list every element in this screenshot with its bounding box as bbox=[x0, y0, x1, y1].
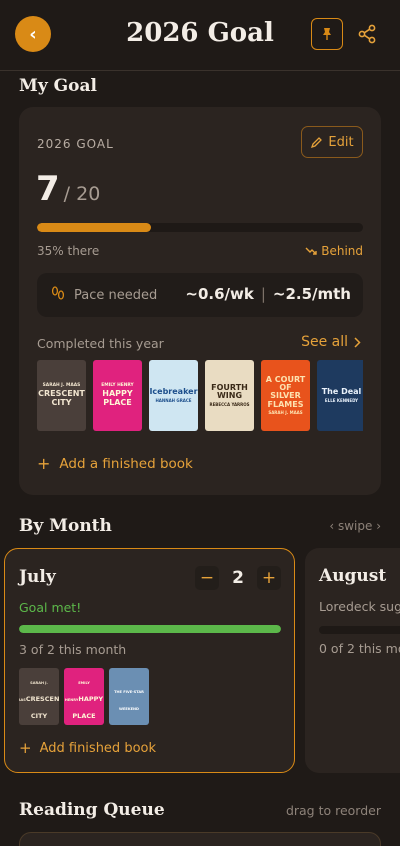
pace-values: ~0.6/wk | ~2.5/mth bbox=[185, 285, 351, 303]
completed-books-row: SARAH J. MAAS CRESCENT CITY EMILY HENRY HAP… bbox=[37, 360, 363, 432]
drag-hint: drag to reorder bbox=[285, 803, 381, 818]
edit-label: Edit bbox=[328, 134, 354, 150]
book-cover-title: CRESCENT CITY bbox=[38, 389, 85, 407]
month-name: July bbox=[19, 567, 56, 587]
pace-divider: | bbox=[260, 285, 266, 303]
completed-label: Completed this year bbox=[37, 336, 164, 351]
increment-button[interactable]: + bbox=[257, 566, 281, 590]
goal-count: 7 / 20 bbox=[36, 169, 100, 209]
goal-current: 7 bbox=[36, 169, 60, 209]
pace-label: Pace needed bbox=[74, 288, 158, 303]
book-cover-bottom: SARAH J. MAAS bbox=[268, 410, 303, 416]
pace-box: Pace needed ~0.6/wk | ~2.5/mth bbox=[37, 273, 363, 317]
month-goal-value: 2 bbox=[232, 568, 244, 588]
book-cover[interactable]: EMILY HENRYHAPPY PLACE bbox=[64, 668, 104, 725]
pencil-icon bbox=[311, 136, 323, 148]
month-card-july[interactable]: July − 2 + Goal met! 3 of 2 this month S… bbox=[4, 548, 295, 773]
book-cover-bottom: ELLE KENNEDY bbox=[324, 397, 359, 403]
queue-item[interactable] bbox=[19, 832, 381, 846]
month-progress-fill bbox=[19, 625, 281, 633]
month-progress-bar bbox=[19, 625, 281, 633]
trend-down-icon bbox=[305, 247, 317, 255]
book-cover-top: THE FIVE-STAR WEEKEND bbox=[114, 689, 144, 711]
book-cover-title: CRESCENT CITY bbox=[25, 695, 59, 720]
by-month-heading: By Month bbox=[19, 516, 112, 536]
top-bar: ‹ 2026 Goal bbox=[0, 0, 400, 71]
book-cover-bottom: REBECCA YARROS bbox=[209, 401, 250, 407]
book-cover[interactable]: THE FIVE-STAR WEEKEND bbox=[109, 668, 149, 725]
pin-icon bbox=[323, 28, 331, 40]
month-summary: 3 of 2 this month bbox=[19, 642, 127, 657]
book-cover-title: HAPPY PLACE bbox=[72, 695, 104, 720]
month-status: Loredeck sugg bbox=[319, 599, 400, 614]
book-cover-title: The Deal bbox=[321, 387, 362, 397]
goal-progress-bar bbox=[37, 223, 363, 232]
pin-button[interactable] bbox=[311, 18, 343, 50]
book-cover[interactable]: FOURTH WING REBECCA YARROS bbox=[205, 360, 254, 431]
book-cover-title: HAPPY PLACE bbox=[102, 389, 133, 407]
share-icon bbox=[358, 24, 376, 44]
percent-text: 35% there bbox=[37, 244, 100, 258]
book-cover[interactable]: SARAH J. MAASCRESCENT CITY bbox=[37, 360, 86, 431]
month-status: Goal met! bbox=[19, 600, 82, 615]
book-cover[interactable]: The Deal ELLE KENNEDY bbox=[317, 360, 363, 431]
reading-queue-heading: Reading Queue bbox=[19, 800, 165, 820]
book-cover-bottom: HANNAH GRACE bbox=[155, 397, 192, 403]
my-goal-heading: My Goal bbox=[19, 76, 97, 96]
book-cover-title: FOURTH WING bbox=[211, 383, 248, 401]
month-goal-stepper: − 2 + bbox=[195, 566, 281, 590]
edit-goal-button[interactable]: Edit bbox=[301, 126, 363, 158]
add-finished-label: Add a finished book bbox=[59, 455, 193, 472]
pace-week: ~0.6/wk bbox=[185, 285, 254, 303]
decrement-button[interactable]: − bbox=[195, 566, 219, 590]
goal-label: 2026 GOAL bbox=[37, 137, 114, 151]
see-all-label: See all bbox=[301, 334, 348, 350]
book-cover-title: A COURT OF SILVER FLAMES bbox=[265, 374, 306, 409]
swipe-hint: ‹ swipe › bbox=[329, 519, 381, 533]
month-progress-bar bbox=[319, 626, 400, 634]
book-cover[interactable]: Icebreaker HANNAH GRACE bbox=[149, 360, 198, 431]
book-cover[interactable]: EMILY HENRYHAPPY PLACE bbox=[93, 360, 142, 431]
month-card-august[interactable]: August Loredeck sugg 0 of 2 this mo bbox=[305, 548, 400, 773]
month-summary: 0 of 2 this mo bbox=[319, 641, 400, 656]
see-all-link[interactable]: See all bbox=[301, 334, 361, 350]
share-button[interactable] bbox=[355, 22, 379, 46]
book-cover-title: Icebreaker bbox=[149, 387, 198, 397]
plus-icon: + bbox=[19, 739, 32, 757]
book-cover-top: SARAH J. MAAS bbox=[42, 382, 81, 388]
plus-icon: + bbox=[37, 454, 51, 473]
month-add-book-button[interactable]: + Add finished book bbox=[19, 739, 156, 757]
book-cover[interactable]: A COURT OF SILVER FLAMES SARAH J. MAAS bbox=[261, 360, 310, 431]
pace-status: Behind bbox=[305, 244, 363, 258]
footsteps-icon bbox=[51, 286, 65, 300]
goal-total: / 20 bbox=[63, 183, 101, 205]
add-finished-book-button[interactable]: + Add a finished book bbox=[37, 454, 193, 473]
month-add-label: Add finished book bbox=[39, 740, 157, 756]
goal-card: 2026 GOAL Edit 7 / 20 35% there Behind P… bbox=[19, 107, 381, 495]
pace-status-label: Behind bbox=[321, 244, 363, 258]
book-cover[interactable]: SARAH J. MAASCRESCENT CITY bbox=[19, 668, 59, 725]
pace-month: ~2.5/mth bbox=[272, 285, 351, 303]
chevron-right-icon bbox=[354, 336, 361, 348]
goal-progress-fill bbox=[37, 223, 152, 232]
book-cover-top: EMILY HENRY bbox=[101, 382, 134, 388]
month-name: August bbox=[319, 566, 387, 586]
